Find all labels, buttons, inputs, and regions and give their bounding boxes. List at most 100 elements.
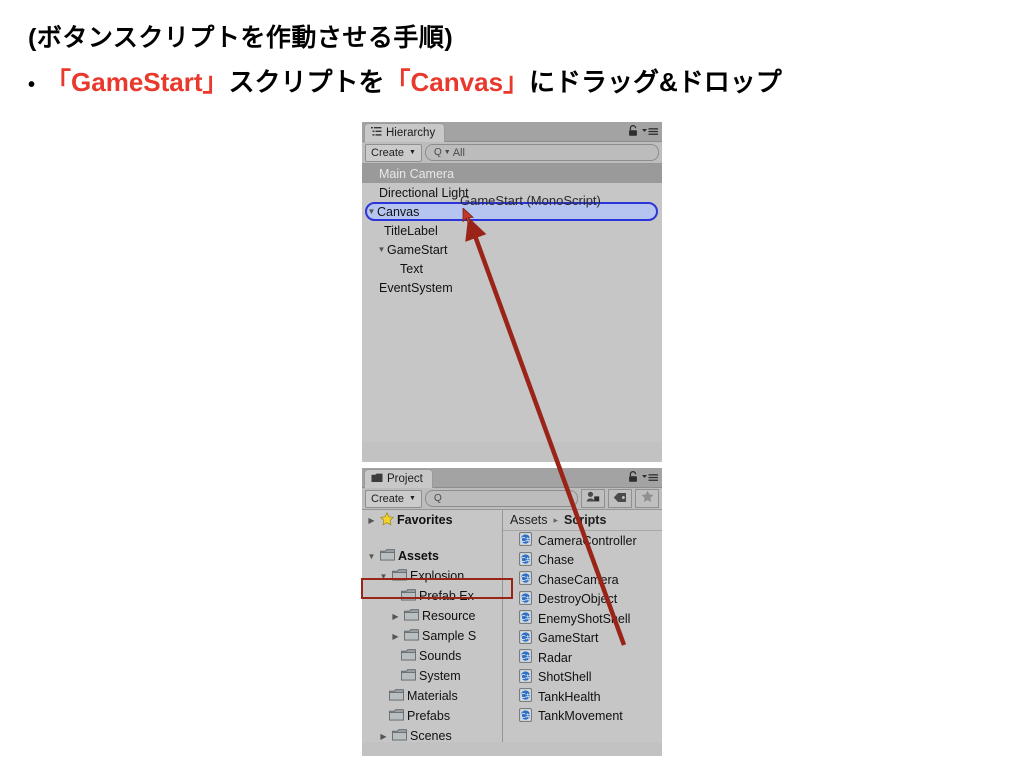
asset-row-shotshell[interactable]: C# ShotShell: [503, 668, 662, 688]
chevron-down-icon: ▼: [409, 495, 416, 502]
favorite-star-icon: [641, 490, 654, 508]
unity-editor-window: Hierarchy Create ▼ Q ▼ All Main Camera D…: [361, 122, 662, 756]
drag-ghost-label: GameStart (MonoScript): [460, 193, 601, 208]
hierarchy-item-canvas-wrapper: ▼ Canvas GameStart (MonoScript): [362, 193, 662, 225]
filter-by-label-button[interactable]: [608, 489, 632, 508]
project-folder-label: System: [419, 669, 461, 683]
project-create-button[interactable]: Create ▼: [365, 489, 422, 508]
drag-cursor-icon: [462, 207, 476, 231]
disclosure-triangle-icon: ▶: [368, 188, 379, 197]
panel-menu-icon[interactable]: [642, 470, 658, 488]
asset-row-radar[interactable]: C# Radar: [503, 648, 662, 668]
breadcrumb-separator-icon: ▸: [553, 514, 559, 525]
breadcrumb: Assets ▸ Scripts: [503, 510, 662, 531]
svg-text:C#: C#: [521, 555, 531, 564]
hierarchy-item-text[interactable]: Text: [362, 259, 662, 278]
disclosure-triangle-icon[interactable]: ▼: [366, 207, 377, 216]
project-folder-scenes[interactable]: ▶ Scenes: [362, 726, 502, 742]
folder-icon: [389, 688, 404, 704]
folder-icon: [401, 668, 416, 684]
hierarchy-tabstrip: Hierarchy: [362, 122, 662, 142]
disclosure-triangle-icon[interactable]: ▶: [366, 516, 377, 525]
favorite-star-button[interactable]: [635, 489, 659, 508]
hierarchy-item-eventsystem[interactable]: ▶ EventSystem: [362, 278, 662, 297]
breadcrumb-root[interactable]: Assets: [510, 513, 548, 527]
project-folder-label: Prefabs: [407, 709, 451, 723]
asset-row-chasecamera[interactable]: C# ChaseCamera: [503, 570, 662, 590]
disclosure-triangle-icon[interactable]: ▶: [390, 612, 401, 621]
hierarchy-create-label: Create: [371, 146, 405, 159]
disclosure-triangle-icon: ▶: [368, 283, 379, 292]
asset-row-destroyobject[interactable]: C# DestroyObject: [503, 590, 662, 610]
asset-row-tankmovement[interactable]: C# TankMovement: [503, 707, 662, 727]
project-folder-label: Resource: [422, 609, 476, 623]
project-folder-sample-s[interactable]: ▶ Sample S: [362, 626, 502, 646]
project-folder-assets[interactable]: ▼ Assets: [362, 546, 502, 566]
project-body: ▶ Favorites ▼ Assets ▼ Explosion Prefab …: [361, 510, 662, 742]
lock-icon[interactable]: [628, 470, 638, 488]
hierarchy-create-button[interactable]: Create ▼: [365, 143, 422, 162]
svg-text:C#: C#: [521, 711, 531, 720]
hierarchy-tree[interactable]: ▶ Main Camera ▶ Directional Light ▼ Canv…: [362, 164, 662, 442]
filter-by-label-icon: [613, 490, 627, 508]
bullet-red-gamestart: 「GameStart」: [45, 66, 229, 97]
asset-label: EnemyShotShell: [538, 611, 631, 626]
project-folder-materials[interactable]: Materials: [362, 686, 502, 706]
project-search-input[interactable]: Q: [424, 490, 578, 507]
disclosure-triangle-icon[interactable]: ▼: [366, 552, 377, 561]
project-asset-list[interactable]: Assets ▸ Scripts C# CameraController C# …: [503, 510, 662, 742]
hierarchy-item-titlelabel[interactable]: TitleLabel: [362, 221, 662, 240]
hierarchy-item-main-camera[interactable]: ▶ Main Camera: [362, 164, 662, 183]
hierarchy-item-label: EventSystem: [379, 280, 453, 295]
disclosure-triangle-icon[interactable]: ▶: [378, 732, 389, 741]
hierarchy-search-input[interactable]: Q ▼ All: [424, 144, 659, 161]
folder-icon: [371, 473, 383, 486]
asset-row-enemyshotshell[interactable]: C# EnemyShotShell: [503, 609, 662, 629]
filter-by-type-button[interactable]: [581, 489, 605, 508]
bullet-plain-2: にドラッグ&ドロップ: [529, 66, 782, 97]
asset-label: TankHealth: [538, 689, 601, 704]
asset-row-tankhealth[interactable]: C# TankHealth: [503, 687, 662, 707]
hierarchy-toolbar: Create ▼ Q ▼ All: [362, 142, 662, 164]
project-folder-resource[interactable]: ▶ Resource: [362, 606, 502, 626]
search-filter-chevron-icon: ▼: [443, 149, 451, 156]
project-tab-right-icons: [628, 470, 658, 488]
hierarchy-search-text: All: [452, 146, 465, 159]
project-folder-label: Sounds: [419, 649, 462, 663]
csharp-script-icon: C#: [519, 571, 532, 588]
hierarchy-item-gamestart[interactable]: ▼ GameStart: [362, 240, 662, 259]
svg-text:C#: C#: [521, 535, 531, 544]
project-folder-system[interactable]: System: [362, 666, 502, 686]
asset-label: ShotShell: [538, 670, 592, 685]
filter-by-type-icon: [586, 490, 600, 508]
project-folder-tree[interactable]: ▶ Favorites ▼ Assets ▼ Explosion Prefab …: [362, 510, 503, 742]
csharp-script-icon: C#: [519, 551, 532, 569]
hierarchy-item-label: Text: [400, 261, 423, 276]
project-folder-sounds[interactable]: Sounds: [362, 646, 502, 666]
search-icon: Q: [433, 493, 442, 504]
project-create-label: Create: [371, 492, 405, 505]
disclosure-triangle-icon[interactable]: ▶: [390, 632, 401, 641]
csharp-script-icon: C#: [519, 688, 532, 705]
asset-row-cameracontroller[interactable]: C# CameraController: [503, 531, 662, 551]
disclosure-triangle-icon[interactable]: ▼: [376, 245, 387, 254]
project-favorites-row[interactable]: ▶ Favorites: [362, 510, 502, 530]
panel-menu-icon[interactable]: [642, 124, 658, 142]
asset-label: CameraController: [538, 533, 637, 548]
asset-row-gamestart[interactable]: C# GameStart: [503, 629, 662, 649]
lock-icon[interactable]: [628, 124, 638, 142]
bullet-plain-1: スクリプトを: [228, 66, 385, 97]
svg-text:C#: C#: [521, 652, 531, 661]
project-folder-prefabs[interactable]: Prefabs: [362, 706, 502, 726]
asset-row-chase[interactable]: C# Chase: [503, 551, 662, 571]
slide-bullet-line: • 「GameStart」 スクリプトを 「Canvas」 にドラッグ&ドロップ: [28, 65, 988, 100]
folder-icon: [389, 708, 404, 724]
project-folder-label: Materials: [407, 689, 458, 703]
project-panel: Project Create ▼ Q ▶ Favorites ▼ Assets …: [361, 468, 662, 756]
tab-hierarchy[interactable]: Hierarchy: [364, 123, 446, 142]
project-favorites-label: Favorites: [397, 513, 453, 527]
svg-text:C#: C#: [521, 633, 531, 642]
tab-project[interactable]: Project: [364, 469, 433, 488]
bullet-marker: •: [28, 73, 36, 96]
